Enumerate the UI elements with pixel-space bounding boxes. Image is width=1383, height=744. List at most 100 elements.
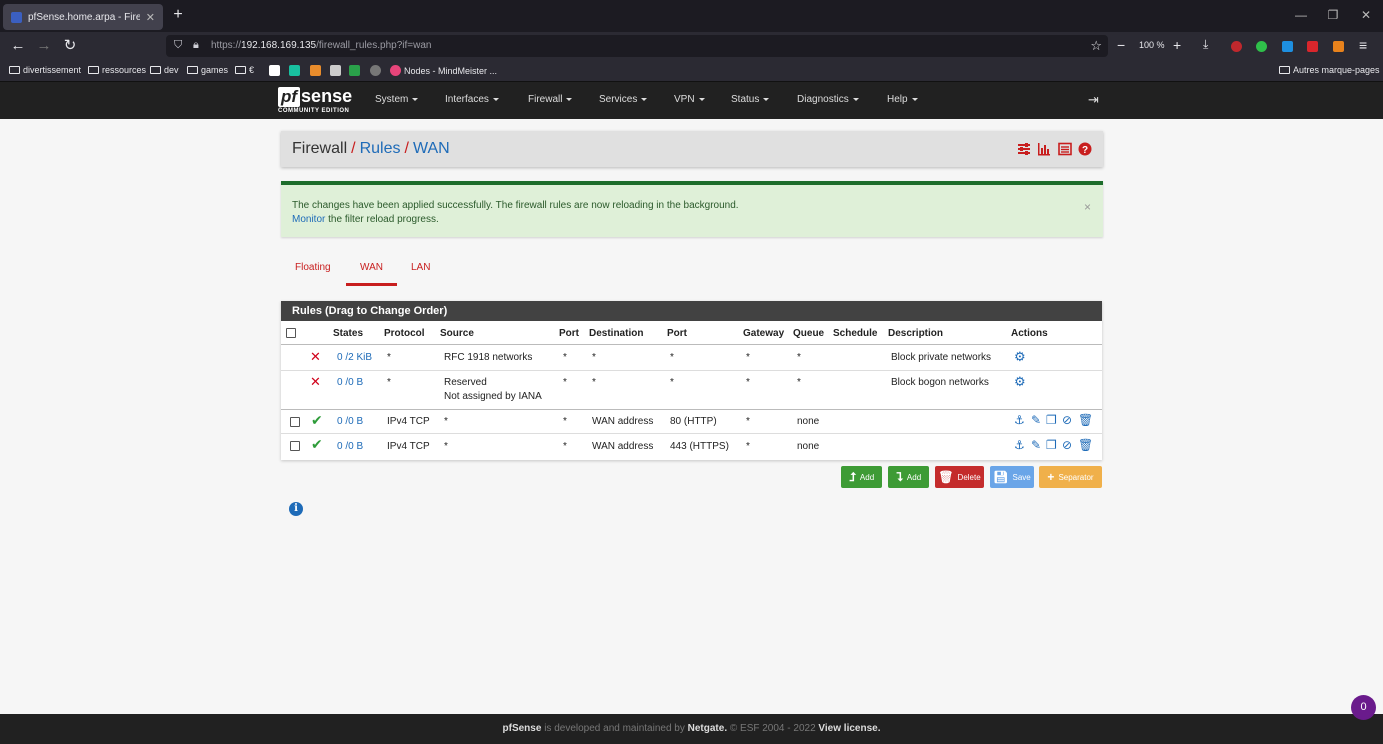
rule-checkbox[interactable]	[290, 441, 300, 451]
browser-tab[interactable]: pfSense.home.arpa - Firewall: R ✕	[3, 4, 163, 30]
zoom-in-icon[interactable]: +	[1173, 37, 1181, 53]
menu-help[interactable]: Help	[887, 94, 918, 105]
reload-icon[interactable]: ↻	[61, 37, 79, 55]
bookmark-star-icon[interactable]: ☆	[1090, 38, 1102, 54]
col-description[interactable]: Description	[888, 328, 943, 339]
menu-firewall[interactable]: Firewall	[528, 94, 573, 105]
close-window-icon[interactable]: ✕	[1359, 8, 1373, 22]
logout-icon[interactable]: ⇥	[1088, 92, 1099, 108]
forward-icon[interactable]: →	[35, 37, 53, 55]
breadcrumb-wan[interactable]: WAN	[413, 140, 450, 157]
menu-status[interactable]: Status	[731, 94, 770, 105]
disable-icon[interactable]: ⊘	[1062, 438, 1072, 452]
bookmark-site-icon[interactable]	[349, 65, 360, 76]
save-button[interactable]: 💾︎ Save	[990, 466, 1034, 488]
extension-red-icon[interactable]	[1307, 41, 1318, 52]
zoom-level[interactable]: 100 %	[1139, 40, 1165, 50]
rule-checkbox[interactable]	[290, 417, 300, 427]
menu-services[interactable]: Services	[599, 94, 648, 105]
add-top-button[interactable]: ⮥ Add	[841, 466, 882, 488]
col-gateway[interactable]: Gateway	[743, 328, 784, 339]
zoom-out-icon[interactable]: −	[1117, 37, 1125, 53]
copy-icon[interactable]: ❐	[1046, 438, 1057, 452]
tab-lan[interactable]: LAN	[411, 262, 430, 273]
info-icon[interactable]: i	[289, 502, 303, 516]
notification-badge[interactable]: 0	[1351, 695, 1376, 720]
select-all-checkbox[interactable]	[286, 328, 296, 338]
bookmark-mindmeister[interactable]: Nodes - MindMeister ...	[390, 65, 497, 76]
bookmark-site-icon[interactable]	[310, 65, 321, 76]
view-license-link[interactable]: View license.	[818, 723, 880, 734]
bookmark-site-icon[interactable]	[330, 65, 341, 76]
edit-pencil-icon[interactable]: ✎	[1031, 438, 1041, 452]
menu-interfaces[interactable]: Interfaces	[445, 94, 499, 105]
col-source[interactable]: Source	[440, 328, 474, 339]
col-destination[interactable]: Destination	[589, 328, 643, 339]
rule-states[interactable]: 0 /2 KiB	[337, 352, 372, 363]
extension-blue-icon[interactable]	[1282, 41, 1293, 52]
back-icon[interactable]: ←	[9, 37, 27, 55]
col-source-port[interactable]: Port	[559, 328, 579, 339]
col-states[interactable]: States	[333, 328, 363, 339]
bookmark-site-icon[interactable]	[269, 65, 280, 76]
hamburger-menu-icon[interactable]: ≡	[1359, 37, 1367, 53]
anchor-icon[interactable]: ⚓	[1014, 438, 1025, 452]
chart-icon[interactable]	[1037, 142, 1051, 156]
pfsense-logo[interactable]: pf sense COMMUNITY EDITION	[278, 86, 352, 114]
help-icon[interactable]: ?	[1078, 142, 1092, 156]
rule-states[interactable]: 0 /0 B	[337, 416, 363, 427]
gear-icon[interactable]: ⚙	[1014, 349, 1026, 365]
menu-vpn[interactable]: VPN	[674, 94, 705, 105]
minimize-icon[interactable]: —	[1294, 8, 1308, 22]
lock-icon[interactable]: 🔒︎	[193, 39, 199, 52]
tab-floating[interactable]: Floating	[295, 262, 331, 273]
bookmark-folder[interactable]: divertissement	[9, 65, 81, 75]
separator-button[interactable]: + Separator	[1039, 466, 1102, 488]
sliders-icon[interactable]	[1017, 142, 1031, 156]
col-schedule[interactable]: Schedule	[833, 328, 877, 339]
extension-green-icon[interactable]	[1256, 41, 1267, 52]
bookmark-site-icon[interactable]	[370, 65, 381, 76]
url-text[interactable]: https://192.168.169.135/firewall_rules.p…	[211, 40, 431, 51]
new-tab-button[interactable]: +	[170, 6, 186, 24]
restore-icon[interactable]: ❐	[1326, 8, 1340, 22]
edit-pencil-icon[interactable]: ✎	[1031, 413, 1041, 427]
shield-icon[interactable]: ⛉	[174, 39, 182, 52]
rule-gateway: *	[746, 416, 750, 427]
monitor-link[interactable]: Monitor	[292, 214, 325, 225]
netgate-link[interactable]: Netgate.	[688, 723, 727, 734]
menu-system[interactable]: System	[375, 94, 419, 105]
col-protocol[interactable]: Protocol	[384, 328, 425, 339]
breadcrumb-rules[interactable]: Rules	[360, 140, 401, 157]
delete-button[interactable]: 🗑︎ Delete	[935, 466, 984, 488]
disable-icon[interactable]: ⊘	[1062, 413, 1072, 427]
bookmark-site-icon[interactable]	[289, 65, 300, 76]
close-tab-icon[interactable]: ✕	[146, 11, 155, 24]
gear-icon[interactable]: ⚙	[1014, 374, 1026, 390]
rule-states[interactable]: 0 /0 B	[337, 441, 363, 452]
ublock-icon[interactable]	[1231, 41, 1242, 52]
copy-icon[interactable]: ❐	[1046, 413, 1057, 427]
address-bar[interactable]: ⛉ 🔒︎ https://192.168.169.135/firewall_ru…	[166, 35, 1108, 57]
col-dest-port[interactable]: Port	[667, 328, 687, 339]
menu-diagnostics[interactable]: Diagnostics	[797, 94, 859, 105]
bookmark-folder[interactable]: games	[187, 65, 228, 75]
trash-icon[interactable]: 🗑︎	[1078, 438, 1093, 452]
metamask-icon[interactable]	[1333, 41, 1344, 52]
bookmark-folder[interactable]: ressources	[88, 65, 146, 75]
download-icon[interactable]: ⤓	[1203, 37, 1208, 52]
tab-wan[interactable]: WAN	[360, 262, 383, 273]
bookmark-folder[interactable]: dev	[150, 65, 179, 75]
other-bookmarks[interactable]: Autres marque-pages	[1279, 65, 1380, 75]
footer-brand: pfSense	[502, 723, 542, 734]
close-alert-icon[interactable]: ×	[1084, 200, 1091, 214]
col-queue[interactable]: Queue	[793, 328, 824, 339]
rule-source-port: *	[563, 377, 567, 388]
rule-states[interactable]: 0 /0 B	[337, 377, 363, 388]
list-icon[interactable]	[1058, 142, 1072, 156]
rule-destination: *	[592, 352, 596, 363]
bookmark-folder[interactable]: €	[235, 65, 254, 75]
add-bottom-button[interactable]: ⮧ Add	[888, 466, 929, 488]
anchor-icon[interactable]: ⚓	[1014, 413, 1025, 427]
trash-icon[interactable]: 🗑︎	[1078, 413, 1093, 427]
